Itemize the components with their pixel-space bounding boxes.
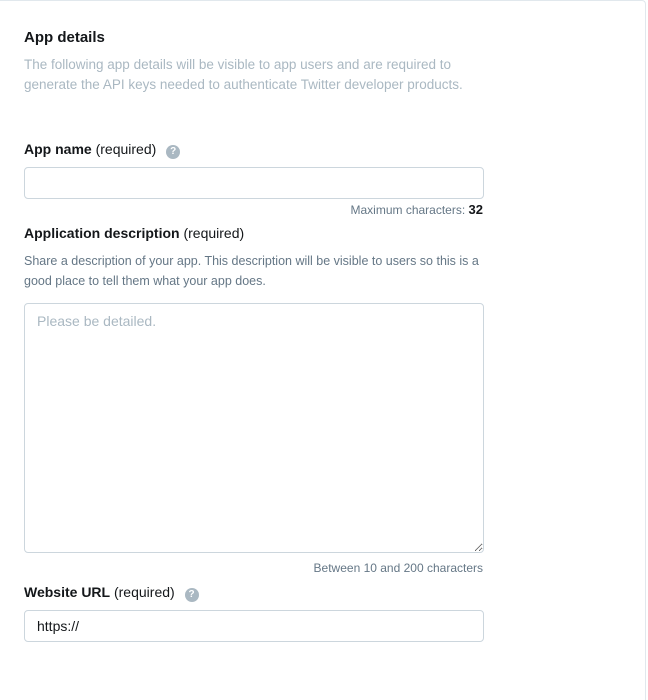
help-icon[interactable]: ?	[166, 145, 181, 159]
section-title: App details	[24, 29, 105, 46]
app-name-input[interactable]	[24, 167, 484, 199]
description-textarea[interactable]	[24, 303, 484, 553]
description-required: (required)	[183, 225, 245, 241]
app-name-label-text: App name	[24, 141, 92, 157]
description-help-text: Share a description of your app. This de…	[24, 254, 479, 288]
help-icon[interactable]: ?	[184, 588, 199, 602]
description-label: Application description (required)	[24, 224, 244, 242]
description-label-text: Application description	[24, 225, 180, 241]
section-intro: The following app details will be visibl…	[24, 57, 463, 92]
website-url-label-text: Website URL	[24, 584, 111, 600]
website-url-input[interactable]	[24, 610, 484, 642]
app-details-card: App details The following app details wi…	[0, 0, 646, 700]
description-hint: Between 10 and 200 characters	[313, 561, 483, 575]
max-characters-label: Maximum characters:	[350, 203, 466, 217]
app-name-required: (required)	[95, 141, 157, 157]
website-url-required: (required)	[113, 584, 175, 600]
app-name-label: App name (required) ?	[24, 140, 181, 159]
website-url-label: Website URL (required) ?	[24, 583, 199, 602]
max-characters-value: 32	[468, 202, 483, 217]
app-name-hint: Maximum characters: 32	[350, 202, 483, 218]
